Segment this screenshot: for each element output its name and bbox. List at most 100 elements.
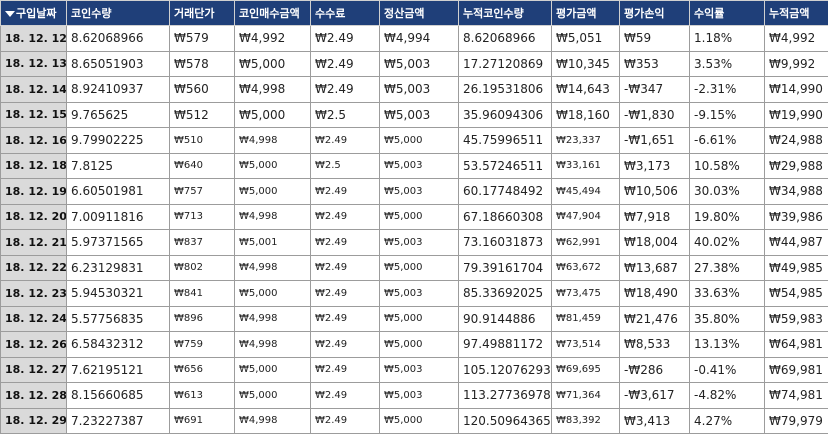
- filter-dropdown-icon[interactable]: [5, 11, 15, 17]
- cell-eval-pl[interactable]: ₩8,533: [619, 331, 690, 358]
- cell-coin-buy-amount[interactable]: ₩5,000: [234, 356, 311, 383]
- cell-settle-amount[interactable]: ₩5,003: [379, 229, 459, 256]
- cell-return-rate[interactable]: -0.41%: [689, 356, 765, 383]
- cell-settle-amount[interactable]: ₩4,994: [379, 25, 459, 52]
- cell-settle-amount[interactable]: ₩5,000: [379, 305, 459, 332]
- cell-cum-coin-qty[interactable]: 60.17748492: [458, 178, 552, 205]
- header-coin-qty[interactable]: 코인수량: [66, 0, 170, 26]
- cell-trade-price[interactable]: ₩656: [169, 356, 235, 383]
- cell-fee[interactable]: ₩2.49: [310, 229, 380, 256]
- cell-cum-amount[interactable]: ₩44,987: [764, 229, 828, 256]
- cell-cum-amount[interactable]: ₩79,979: [764, 407, 828, 434]
- cell-fee[interactable]: ₩2.49: [310, 203, 380, 230]
- cell-coin-qty[interactable]: 6.23129831: [66, 254, 170, 281]
- cell-eval-pl[interactable]: ₩18,004: [619, 229, 690, 256]
- cell-coin-qty[interactable]: 5.94530321: [66, 280, 170, 307]
- cell-cum-coin-qty[interactable]: 90.9144886: [458, 305, 552, 332]
- cell-settle-amount[interactable]: ₩5,003: [379, 280, 459, 307]
- header-cum-amount[interactable]: 누적금액: [764, 0, 828, 26]
- cell-coin-buy-amount[interactable]: ₩5,000: [234, 50, 311, 77]
- cell-trade-price[interactable]: ₩579: [169, 25, 235, 52]
- cell-date[interactable]: 18. 12. 23.: [0, 280, 67, 307]
- cell-cum-coin-qty[interactable]: 120.50964365: [458, 407, 552, 434]
- cell-return-rate[interactable]: -6.61%: [689, 127, 765, 154]
- cell-return-rate[interactable]: 10.58%: [689, 152, 765, 179]
- cell-coin-buy-amount[interactable]: ₩5,000: [234, 178, 311, 205]
- cell-eval-pl[interactable]: ₩7,918: [619, 203, 690, 230]
- cell-coin-buy-amount[interactable]: ₩5,000: [234, 101, 311, 128]
- cell-coin-buy-amount[interactable]: ₩5,000: [234, 280, 311, 307]
- cell-cum-coin-qty[interactable]: 113.27736978: [458, 382, 552, 409]
- cell-date[interactable]: 18. 12. 24.: [0, 305, 67, 332]
- cell-return-rate[interactable]: 27.38%: [689, 254, 765, 281]
- cell-cum-amount[interactable]: ₩49,985: [764, 254, 828, 281]
- cell-eval-pl[interactable]: -₩286: [619, 356, 690, 383]
- cell-coin-qty[interactable]: 9.79902225: [66, 127, 170, 154]
- cell-date[interactable]: 18. 12. 19.: [0, 178, 67, 205]
- cell-settle-amount[interactable]: ₩5,000: [379, 407, 459, 434]
- cell-eval-pl[interactable]: -₩1,830: [619, 101, 690, 128]
- cell-coin-qty[interactable]: 7.23227387: [66, 407, 170, 434]
- cell-settle-amount[interactable]: ₩5,000: [379, 331, 459, 358]
- cell-date[interactable]: 18. 12. 18.: [0, 152, 67, 179]
- cell-fee[interactable]: ₩2.49: [310, 76, 380, 103]
- cell-return-rate[interactable]: 30.03%: [689, 178, 765, 205]
- cell-coin-qty[interactable]: 7.62195121: [66, 356, 170, 383]
- cell-coin-buy-amount[interactable]: ₩4,992: [234, 25, 311, 52]
- cell-eval-amount[interactable]: ₩73,514: [551, 331, 620, 358]
- cell-eval-amount[interactable]: ₩14,643: [551, 76, 620, 103]
- cell-date[interactable]: 18. 12. 27.: [0, 356, 67, 383]
- cell-coin-buy-amount[interactable]: ₩4,998: [234, 254, 311, 281]
- cell-fee[interactable]: ₩2.49: [310, 254, 380, 281]
- cell-coin-buy-amount[interactable]: ₩5,000: [234, 382, 311, 409]
- cell-trade-price[interactable]: ₩757: [169, 178, 235, 205]
- cell-eval-amount[interactable]: ₩5,051: [551, 25, 620, 52]
- cell-settle-amount[interactable]: ₩5,003: [379, 76, 459, 103]
- cell-coin-qty[interactable]: 7.8125: [66, 152, 170, 179]
- cell-cum-amount[interactable]: ₩74,981: [764, 382, 828, 409]
- cell-settle-amount[interactable]: ₩5,003: [379, 101, 459, 128]
- cell-eval-amount[interactable]: ₩71,364: [551, 382, 620, 409]
- cell-cum-amount[interactable]: ₩24,988: [764, 127, 828, 154]
- cell-coin-buy-amount[interactable]: ₩4,998: [234, 305, 311, 332]
- cell-cum-coin-qty[interactable]: 8.62068966: [458, 25, 552, 52]
- cell-eval-pl[interactable]: -₩3,617: [619, 382, 690, 409]
- cell-coin-buy-amount[interactable]: ₩4,998: [234, 127, 311, 154]
- header-eval-pl[interactable]: 평가손익: [619, 0, 690, 26]
- cell-trade-price[interactable]: ₩802: [169, 254, 235, 281]
- cell-date[interactable]: 18. 12. 12.: [0, 25, 67, 52]
- cell-cum-amount[interactable]: ₩9,992: [764, 50, 828, 77]
- cell-fee[interactable]: ₩2.49: [310, 127, 380, 154]
- header-coin-buy-amount[interactable]: 코인매수금액: [234, 0, 311, 26]
- cell-return-rate[interactable]: 13.13%: [689, 331, 765, 358]
- header-date[interactable]: 구입날짜: [0, 0, 67, 26]
- cell-trade-price[interactable]: ₩613: [169, 382, 235, 409]
- cell-fee[interactable]: ₩2.49: [310, 50, 380, 77]
- cell-trade-price[interactable]: ₩837: [169, 229, 235, 256]
- cell-coin-buy-amount[interactable]: ₩4,998: [234, 331, 311, 358]
- cell-coin-qty[interactable]: 6.60501981: [66, 178, 170, 205]
- cell-cum-amount[interactable]: ₩34,988: [764, 178, 828, 205]
- cell-eval-pl[interactable]: ₩3,413: [619, 407, 690, 434]
- cell-eval-amount[interactable]: ₩23,337: [551, 127, 620, 154]
- cell-cum-amount[interactable]: ₩29,988: [764, 152, 828, 179]
- cell-trade-price[interactable]: ₩896: [169, 305, 235, 332]
- cell-return-rate[interactable]: 35.80%: [689, 305, 765, 332]
- cell-fee[interactable]: ₩2.49: [310, 178, 380, 205]
- cell-date[interactable]: 18. 12. 28.: [0, 382, 67, 409]
- cell-coin-qty[interactable]: 5.57756835: [66, 305, 170, 332]
- cell-trade-price[interactable]: ₩841: [169, 280, 235, 307]
- cell-eval-amount[interactable]: ₩47,904: [551, 203, 620, 230]
- cell-cum-coin-qty[interactable]: 17.27120869: [458, 50, 552, 77]
- cell-eval-amount[interactable]: ₩62,991: [551, 229, 620, 256]
- cell-coin-buy-amount[interactable]: ₩4,998: [234, 76, 311, 103]
- header-fee[interactable]: 수수료: [310, 0, 380, 26]
- cell-coin-buy-amount[interactable]: ₩4,998: [234, 407, 311, 434]
- cell-cum-amount[interactable]: ₩69,981: [764, 356, 828, 383]
- cell-cum-amount[interactable]: ₩64,981: [764, 331, 828, 358]
- cell-return-rate[interactable]: 40.02%: [689, 229, 765, 256]
- cell-coin-qty[interactable]: 8.15660685: [66, 382, 170, 409]
- cell-eval-pl[interactable]: -₩1,651: [619, 127, 690, 154]
- cell-cum-coin-qty[interactable]: 105.12076293: [458, 356, 552, 383]
- cell-coin-buy-amount[interactable]: ₩5,001: [234, 229, 311, 256]
